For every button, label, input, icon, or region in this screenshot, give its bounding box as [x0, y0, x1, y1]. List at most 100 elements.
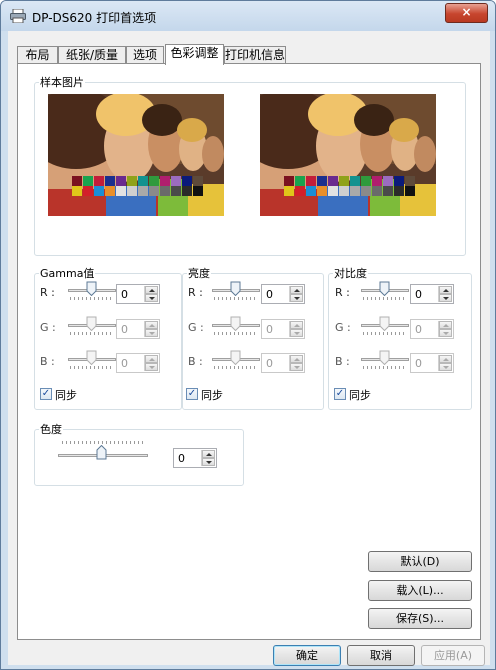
close-button[interactable]: ×: [445, 3, 488, 23]
spin-up-icon: [290, 355, 303, 363]
color-swatch: [317, 176, 327, 186]
gamma-r-slider[interactable]: [68, 280, 116, 300]
color-swatch: [72, 186, 82, 196]
title-bar[interactable]: DP-DS620 打印首选项 ×: [1, 1, 495, 31]
gamma-r-label: R :: [40, 286, 55, 299]
contrast-sync-checkbox[interactable]: ✓: [334, 388, 346, 400]
spin-up-icon: [145, 355, 158, 363]
spin-down-icon[interactable]: [145, 294, 158, 302]
color-swatch: [116, 186, 126, 196]
contrast-sync-label: 同步: [349, 389, 371, 402]
color-swatch: [339, 186, 349, 196]
tab-color-adjust[interactable]: 色彩调整: [165, 44, 224, 65]
contrast-b-slider: [361, 349, 409, 369]
saturation-ticks: [62, 441, 146, 444]
printer-preferences-window: DP-DS620 打印首选项 × 布局 纸张/质量 选项 色彩调整 打印机信息 …: [0, 0, 496, 670]
default-button[interactable]: 默认(D): [368, 551, 472, 572]
color-swatch: [182, 186, 192, 196]
brightness-sync-checkbox[interactable]: ✓: [186, 388, 198, 400]
gamma-b-label: B :: [40, 355, 55, 368]
brightness-r-slider[interactable]: [212, 280, 260, 300]
color-swatch: [405, 176, 415, 186]
color-swatch: [160, 176, 170, 186]
spin-up-icon: [290, 321, 303, 329]
spin-down-icon: [439, 363, 452, 371]
spin-down-icon: [290, 363, 303, 371]
color-swatch: [306, 176, 316, 186]
spin-down-icon: [290, 329, 303, 337]
color-adjust-panel: 样本图片 Gamma值 R: 0 G: 0 B: 0 ✓ 同步 亮度 R …: [17, 63, 481, 640]
color-swatch: [127, 186, 137, 196]
contrast-r-label: R :: [335, 286, 350, 299]
color-swatch: [193, 186, 203, 196]
color-swatch: [94, 176, 104, 186]
gamma-r-spinner[interactable]: 0: [116, 284, 160, 304]
spin-down-icon[interactable]: [290, 294, 303, 302]
contrast-g-label: G :: [335, 321, 351, 334]
gamma-sync-checkbox[interactable]: ✓: [40, 388, 52, 400]
spin-up-icon[interactable]: [290, 286, 303, 294]
color-swatch: [193, 176, 203, 186]
contrast-b-label: B :: [335, 355, 350, 368]
color-swatch: [138, 186, 148, 196]
contrast-b-spinner: 0: [410, 353, 454, 373]
gamma-g-slider: [68, 315, 116, 335]
color-swatch: [94, 186, 104, 196]
color-swatch: [372, 186, 382, 196]
saturation-spinner[interactable]: 0: [173, 448, 217, 468]
apply-button[interactable]: 应用(A): [421, 645, 485, 666]
color-swatch: [339, 176, 349, 186]
cancel-button[interactable]: 取消: [347, 645, 415, 666]
children-photo: [48, 94, 224, 216]
tab-paper-quality[interactable]: 纸张/质量: [58, 46, 126, 64]
contrast-r-slider[interactable]: [361, 280, 409, 300]
printer-icon: [10, 9, 26, 23]
spin-up-icon[interactable]: [439, 286, 452, 294]
color-swatch: [361, 186, 371, 196]
color-swatch: [171, 176, 181, 186]
color-swatch: [83, 176, 93, 186]
sample-image-legend: 样本图片: [40, 76, 84, 89]
brightness-g-slider: [212, 315, 260, 335]
gamma-b-slider: [68, 349, 116, 369]
saturation-slider[interactable]: [58, 445, 148, 465]
color-swatch: [149, 176, 159, 186]
gamma-sync-label: 同步: [55, 389, 77, 402]
brightness-b-label: B :: [188, 355, 203, 368]
spin-up-icon[interactable]: [145, 286, 158, 294]
color-swatch: [350, 186, 360, 196]
color-swatch: [317, 186, 327, 196]
ok-button[interactable]: 确定: [273, 645, 341, 666]
spin-up-icon: [439, 355, 452, 363]
color-swatch: [138, 176, 148, 186]
tab-printer-info[interactable]: 打印机信息: [224, 46, 286, 64]
save-button[interactable]: 保存(S)...: [368, 608, 472, 629]
color-swatch: [116, 176, 126, 186]
brightness-r-spinner[interactable]: 0: [261, 284, 305, 304]
gamma-g-spinner: 0: [116, 319, 160, 339]
brightness-legend: 亮度: [188, 267, 210, 280]
color-swatch: [405, 186, 415, 196]
load-button[interactable]: 载入(L)...: [368, 580, 472, 601]
spin-down-icon[interactable]: [202, 458, 215, 466]
spin-down-icon[interactable]: [439, 294, 452, 302]
color-swatch: [182, 176, 192, 186]
gamma-b-spinner: 0: [116, 353, 160, 373]
tab-options[interactable]: 选项: [126, 46, 164, 64]
color-swatch: [160, 186, 170, 196]
contrast-legend: 对比度: [334, 267, 367, 280]
color-swatch: [284, 186, 294, 196]
gamma-legend: Gamma值: [40, 267, 95, 280]
color-swatch: [372, 176, 382, 186]
sample-image-original: [48, 94, 224, 216]
contrast-r-spinner[interactable]: 0: [410, 284, 454, 304]
contrast-g-slider: [361, 315, 409, 335]
spin-up-icon[interactable]: [202, 450, 215, 458]
color-swatch: [105, 176, 115, 186]
spin-up-icon: [439, 321, 452, 329]
color-swatch: [149, 186, 159, 196]
color-swatch: [328, 186, 338, 196]
tab-layout[interactable]: 布局: [17, 46, 58, 64]
brightness-b-spinner: 0: [261, 353, 305, 373]
color-swatch: [306, 186, 316, 196]
